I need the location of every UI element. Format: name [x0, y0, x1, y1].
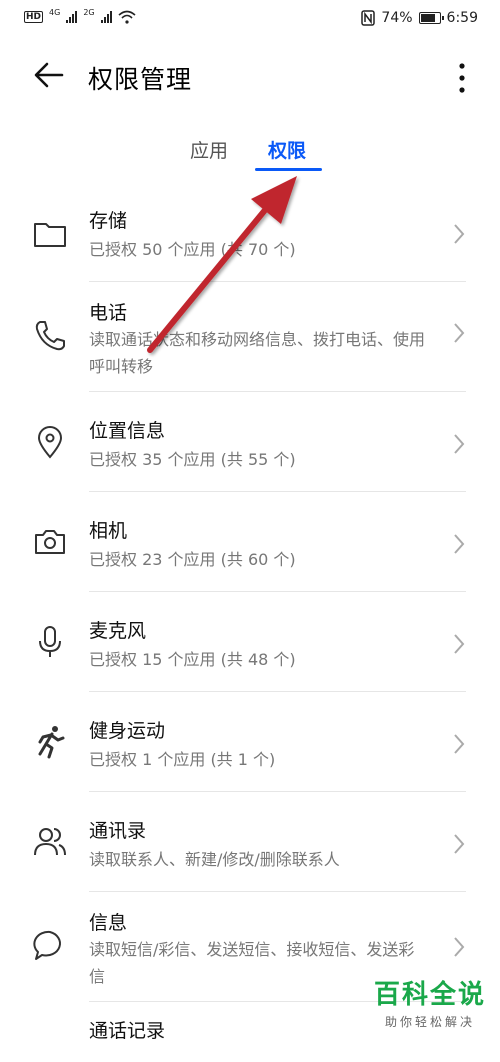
camera-icon — [35, 530, 65, 554]
permission-title: 健身运动 — [89, 720, 166, 742]
chevron-right-icon — [454, 323, 465, 343]
permission-subtitle: 已授权 15 个应用 (共 48 个) — [89, 650, 296, 669]
permission-item-storage[interactable]: 存储 已授权 50 个应用 (共 70 个) — [0, 188, 500, 282]
network-2g-label: 2G — [83, 7, 95, 17]
tab-permissions[interactable]: 权限 — [268, 136, 306, 163]
more-options-icon[interactable] — [454, 60, 470, 96]
permission-item-camera[interactable]: 相机 已授权 23 个应用 (共 60 个) — [0, 492, 500, 592]
permission-title: 电话 — [89, 302, 128, 324]
location-pin-icon — [37, 426, 63, 459]
chevron-right-icon — [454, 434, 465, 454]
phone-icon — [35, 321, 65, 351]
contacts-icon — [34, 828, 66, 856]
chevron-right-icon — [454, 634, 465, 654]
chevron-right-icon — [454, 534, 465, 554]
permission-subtitle: 已授权 1 个应用 (共 1 个) — [89, 750, 276, 769]
microphone-icon — [39, 626, 61, 657]
permission-subtitle: 读取联系人、新建/修改/删除联系人 — [89, 850, 340, 869]
permission-title: 存储 — [89, 210, 128, 232]
permission-list: 存储 已授权 50 个应用 (共 70 个) 电话 读取通话状态和移动网络信息、… — [0, 188, 500, 1062]
permission-title: 通话记录 — [89, 1020, 166, 1042]
active-tab-indicator — [255, 168, 322, 171]
message-bubble-icon — [33, 930, 61, 960]
permission-item-phone[interactable]: 电话 读取通话状态和移动网络信息、拨打电话、使用呼叫转移 — [0, 282, 500, 392]
permission-title: 麦克风 — [89, 620, 147, 642]
chevron-right-icon — [454, 734, 465, 754]
nfc-icon — [361, 10, 376, 26]
permission-item-fitness[interactable]: 健身运动 已授权 1 个应用 (共 1 个) — [0, 692, 500, 792]
status-bar: HD 4G 2G 74% 6:59 — [0, 0, 500, 38]
chevron-right-icon — [454, 834, 465, 854]
hd-indicator: HD — [24, 11, 44, 23]
watermark-subtitle: 助你轻松解决 — [384, 1015, 475, 1029]
permission-subtitle: 已授权 23 个应用 (共 60 个) — [89, 550, 296, 569]
permission-subtitle: 已授权 35 个应用 (共 55 个) — [89, 450, 296, 469]
clock: 6:59 — [446, 10, 478, 26]
permission-title: 位置信息 — [89, 420, 166, 442]
permission-item-location[interactable]: 位置信息 已授权 35 个应用 (共 55 个) — [0, 392, 500, 492]
permission-title: 相机 — [89, 520, 128, 542]
running-person-icon — [38, 726, 65, 759]
chevron-right-icon — [454, 224, 465, 244]
permission-item-contacts[interactable]: 通讯录 读取联系人、新建/修改/删除联系人 — [0, 792, 500, 892]
signal-icon — [66, 11, 78, 23]
back-arrow-icon[interactable] — [32, 58, 66, 92]
permission-subtitle: 已授权 50 个应用 (共 70 个) — [89, 240, 296, 259]
battery-percent: 74% — [381, 10, 413, 26]
tab-bar: 应用 权限 — [0, 130, 500, 180]
app-bar: 权限管理 — [0, 40, 500, 116]
signal-icon — [100, 11, 112, 23]
wifi-icon — [118, 10, 136, 24]
chevron-right-icon — [454, 937, 465, 957]
permission-title: 信息 — [89, 912, 128, 934]
watermark-title: 百科全说 — [373, 980, 486, 1010]
permission-subtitle: 读取通话状态和移动网络信息、拨打电话、使用呼叫转移 — [89, 330, 426, 376]
network-4g-label: 4G — [49, 7, 61, 17]
permission-item-microphone[interactable]: 麦克风 已授权 15 个应用 (共 48 个) — [0, 592, 500, 692]
tab-apps[interactable]: 应用 — [190, 136, 228, 163]
battery-icon — [418, 12, 444, 24]
watermark-logo: 百科全说 助你轻松解决 — [374, 974, 486, 1030]
permission-title: 通讯录 — [89, 820, 147, 842]
folder-icon — [34, 223, 66, 247]
page-title: 权限管理 — [88, 65, 193, 94]
